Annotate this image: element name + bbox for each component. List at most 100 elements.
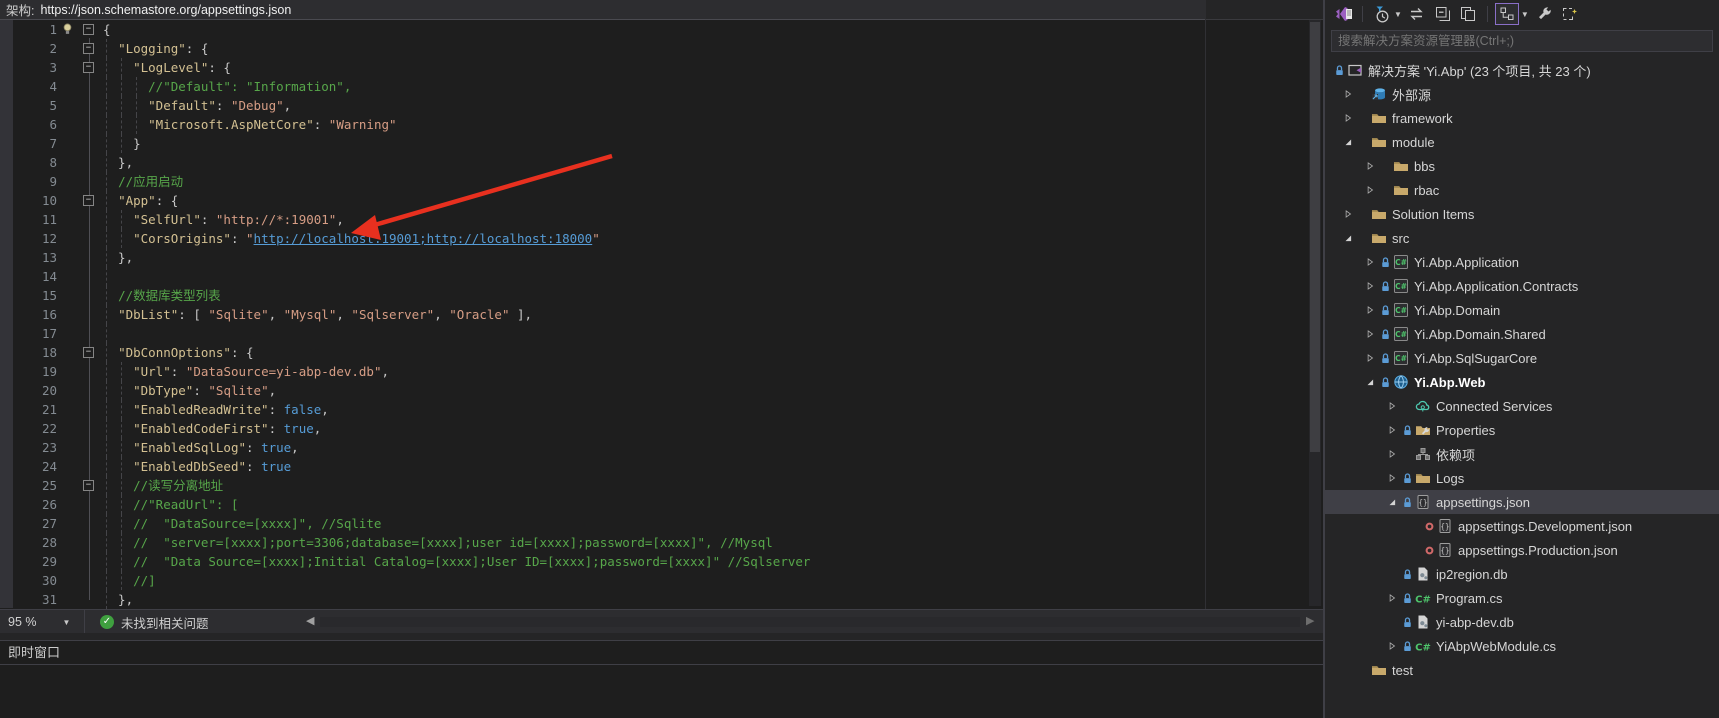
code-text[interactable]: "Default": "Debug", (103, 96, 1323, 115)
code-text[interactable]: "EnabledCodeFirst": true, (103, 419, 1323, 438)
search-input[interactable] (1331, 30, 1713, 52)
code-line[interactable]: 1−{ (0, 20, 1323, 39)
collapsed-arrow-icon[interactable] (1340, 209, 1356, 219)
code-text[interactable]: //"Default": "Information", (103, 77, 1323, 96)
collapse-all-icon[interactable] (1432, 4, 1454, 24)
indicator-margin[interactable] (0, 20, 13, 608)
code-line[interactable]: 10− "App": { (0, 191, 1323, 210)
fold-collapse-icon[interactable]: − (83, 62, 94, 73)
code-editor[interactable]: 1−{2− "Logging": {3− "LogLevel": {4 //"D… (0, 20, 1323, 608)
document-health-indicator[interactable]: ✓ 未找到相关问题 (100, 610, 209, 634)
code-line[interactable]: 23 "EnabledSqlLog": true, (0, 438, 1323, 457)
code-text[interactable]: "EnabledSqlLog": true, (103, 438, 1323, 457)
code-text[interactable] (103, 267, 1323, 286)
code-text[interactable]: "DbList": [ "Sqlite", "Mysql", "Sqlserve… (103, 305, 1323, 324)
collapsed-arrow-icon[interactable] (1362, 257, 1378, 267)
code-text[interactable]: //读写分离地址 (103, 476, 1323, 495)
tree-item--[interactable]: 外部源 (1325, 82, 1719, 106)
tree-item-ip2region.db[interactable]: ip2region.db (1325, 562, 1719, 586)
code-text[interactable]: //数据库类型列表 (103, 286, 1323, 305)
code-line[interactable]: 26 //"ReadUrl": [ (0, 495, 1323, 514)
code-line[interactable]: 24 "EnabledDbSeed": true (0, 457, 1323, 476)
tree-item-appsettings.production.json[interactable]: {}appsettings.Production.json (1325, 538, 1719, 562)
chevron-down-icon[interactable]: ▼ (1394, 10, 1402, 19)
tree-item-appsettings.development.json[interactable]: {}appsettings.Development.json (1325, 514, 1719, 538)
code-line[interactable]: 19 "Url": "DataSource=yi-abp-dev.db", (0, 362, 1323, 381)
code-text[interactable]: }, (103, 248, 1323, 267)
code-text[interactable]: "CorsOrigins": "http://localhost:19001;h… (103, 229, 1323, 248)
code-text[interactable]: "EnabledDbSeed": true (103, 457, 1323, 476)
tree-item-program.cs[interactable]: C#Program.cs (1325, 586, 1719, 610)
code-line[interactable]: 5 "Default": "Debug", (0, 96, 1323, 115)
code-line[interactable]: 12 "CorsOrigins": "http://localhost:1900… (0, 229, 1323, 248)
expanded-arrow-icon[interactable] (1340, 233, 1356, 243)
code-line[interactable]: 14 (0, 267, 1323, 286)
preview-selected-items-icon[interactable] (1559, 4, 1581, 24)
tree-item-appsettings.json[interactable]: {}appsettings.json (1325, 490, 1719, 514)
lightbulb-icon[interactable] (61, 22, 74, 36)
code-text[interactable]: "SelfUrl": "http://*:19001", (103, 210, 1323, 229)
code-line[interactable]: 3− "LogLevel": { (0, 58, 1323, 77)
code-text[interactable]: // "DataSource=[xxxx]", //Sqlite (103, 514, 1323, 533)
code-line[interactable]: 31 }, (0, 590, 1323, 609)
collapsed-arrow-icon[interactable] (1362, 305, 1378, 315)
tree-item--[interactable]: 依赖项 (1325, 442, 1719, 466)
code-line[interactable]: 2− "Logging": { (0, 39, 1323, 58)
code-line[interactable]: 29 // "Data Source=[xxxx];Initial Catalo… (0, 552, 1323, 571)
sync-with-active-document-icon[interactable] (1406, 4, 1428, 24)
tree-item-connected-services[interactable]: Connected Services (1325, 394, 1719, 418)
tree-item--yi.abp-23-23-[interactable]: 解决方案 'Yi.Abp' (23 个项目, 共 23 个) (1325, 58, 1719, 82)
tree-item-yi-abp-dev.db[interactable]: yi-abp-dev.db (1325, 610, 1719, 634)
switch-views-icon[interactable] (1333, 4, 1355, 24)
url-link[interactable]: http://localhost:19001;http://localhost:… (254, 231, 593, 246)
file-nesting-icon[interactable] (1495, 3, 1519, 25)
collapsed-arrow-icon[interactable] (1384, 593, 1400, 603)
tree-item-rbac[interactable]: rbac (1325, 178, 1719, 202)
vertical-scrollbar-thumb[interactable] (1310, 22, 1320, 452)
tree-item-module[interactable]: module (1325, 130, 1719, 154)
code-line[interactable]: 28 // "server=[xxxx];port=3306;database=… (0, 533, 1323, 552)
collapsed-arrow-icon[interactable] (1362, 185, 1378, 195)
collapsed-arrow-icon[interactable] (1362, 353, 1378, 363)
collapsed-arrow-icon[interactable] (1362, 161, 1378, 171)
code-text[interactable]: "EnabledReadWrite": false, (103, 400, 1323, 419)
code-text[interactable]: // "Data Source=[xxxx];Initial Catalog=[… (103, 552, 1323, 571)
tree-item-yi.abp.sqlsugarcore[interactable]: C#Yi.Abp.SqlSugarCore (1325, 346, 1719, 370)
code-line[interactable]: 7 } (0, 134, 1323, 153)
panel-separator[interactable] (0, 633, 1323, 640)
code-text[interactable]: } (103, 134, 1323, 153)
tree-item-properties[interactable]: Properties (1325, 418, 1719, 442)
code-line[interactable]: 8 }, (0, 153, 1323, 172)
code-line[interactable]: 13 }, (0, 248, 1323, 267)
code-text[interactable]: }, (103, 590, 1323, 609)
scroll-right-arrow-icon[interactable]: ▶ (1306, 614, 1314, 627)
tree-item-logs[interactable]: Logs (1325, 466, 1719, 490)
code-line[interactable]: 15 //数据库类型列表 (0, 286, 1323, 305)
code-text[interactable]: //] (103, 571, 1323, 590)
collapsed-arrow-icon[interactable] (1384, 401, 1400, 411)
code-text[interactable]: "Url": "DataSource=yi-abp-dev.db", (103, 362, 1323, 381)
code-line[interactable]: 16 "DbList": [ "Sqlite", "Mysql", "Sqlse… (0, 305, 1323, 324)
tree-item-src[interactable]: src (1325, 226, 1719, 250)
collapsed-arrow-icon[interactable] (1362, 281, 1378, 291)
code-line[interactable]: 11 "SelfUrl": "http://*:19001", (0, 210, 1323, 229)
collapsed-arrow-icon[interactable] (1384, 425, 1400, 435)
code-line[interactable]: 25− //读写分离地址 (0, 476, 1323, 495)
fold-collapse-icon[interactable]: − (83, 480, 94, 491)
tree-item-yi.abp.application.contracts[interactable]: C#Yi.Abp.Application.Contracts (1325, 274, 1719, 298)
properties-icon[interactable] (1533, 4, 1555, 24)
collapsed-arrow-icon[interactable] (1384, 449, 1400, 459)
code-text[interactable]: "Logging": { (103, 39, 1323, 58)
code-line[interactable]: 22 "EnabledCodeFirst": true, (0, 419, 1323, 438)
vertical-scrollbar[interactable] (1309, 20, 1321, 606)
code-text[interactable]: "Microsoft.AspNetCore": "Warning" (103, 115, 1323, 134)
fold-collapse-icon[interactable]: − (83, 195, 94, 206)
zoom-level-combobox[interactable]: 95 % ▼ (0, 610, 85, 634)
schema-url-combobox[interactable]: https://json.schemastore.org/appsettings… (40, 3, 291, 17)
collapsed-arrow-icon[interactable] (1384, 641, 1400, 651)
tree-item-yiabpwebmodule.cs[interactable]: C#YiAbpWebModule.cs (1325, 634, 1719, 658)
expanded-arrow-icon[interactable] (1362, 377, 1378, 387)
scroll-left-arrow-icon[interactable]: ◀ (306, 614, 314, 627)
code-text[interactable] (103, 324, 1323, 343)
collapsed-arrow-icon[interactable] (1362, 329, 1378, 339)
